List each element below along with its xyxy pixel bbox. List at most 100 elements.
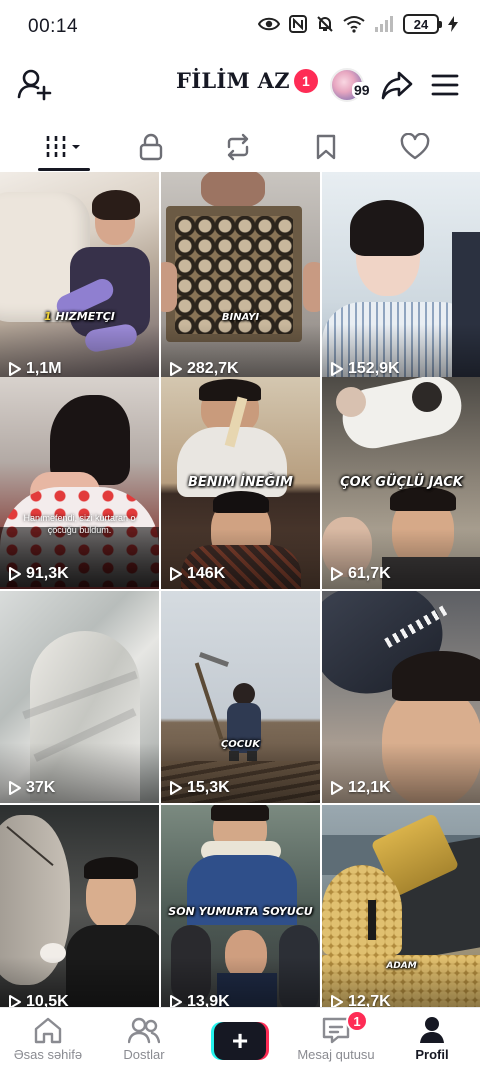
view-count: 146K xyxy=(169,565,225,583)
view-count: 37K xyxy=(8,779,55,797)
repost-icon xyxy=(227,133,249,161)
story-count: 99 xyxy=(352,82,372,98)
view-count: 152,9K xyxy=(330,360,400,378)
nav-profile-label: Profil xyxy=(415,1047,449,1062)
tab-favorites[interactable] xyxy=(296,122,356,172)
video-thumbnail[interactable]: SON YUMURTA SOYUCU 13,9K xyxy=(161,805,320,1007)
view-count-text: 61,7K xyxy=(348,565,391,582)
video-caption: ÇOK GÜÇLÜ JACK xyxy=(340,475,463,490)
view-count-text: 12,1K xyxy=(348,779,391,796)
view-count-text: 152,9K xyxy=(348,360,400,377)
tab-reposts[interactable] xyxy=(208,122,268,172)
video-caption: 1 HIZMETÇI xyxy=(44,310,159,323)
view-count-text: 1,1M xyxy=(26,360,62,377)
view-count: 1,1M xyxy=(8,360,62,378)
play-icon xyxy=(9,781,21,795)
lock-icon xyxy=(139,133,163,161)
play-icon xyxy=(331,995,343,1007)
grid-icon xyxy=(46,136,80,158)
video-caption: ADAM xyxy=(386,961,417,971)
tab-indicator xyxy=(38,168,90,171)
view-count-text: 12,7K xyxy=(348,993,391,1007)
nav-friends-label: Dostlar xyxy=(123,1047,165,1062)
add-user-icon[interactable] xyxy=(16,66,52,102)
play-icon xyxy=(331,567,343,581)
video-thumbnail[interactable]: 37K xyxy=(0,591,159,803)
nav-home-label: Əsas səhifə xyxy=(13,1047,83,1062)
video-grid: 1 HIZMETÇI 1,1M BINAYI 282,7K 152,9K Han… xyxy=(0,172,480,1007)
plus-icon: + xyxy=(214,1022,266,1060)
profile-tabs xyxy=(0,122,480,172)
view-count: 15,3K xyxy=(169,779,230,797)
play-icon xyxy=(331,781,343,795)
nfc-icon xyxy=(289,15,307,33)
battery-icon: 24 xyxy=(403,14,442,34)
play-icon xyxy=(170,995,182,1007)
nav-friends[interactable]: Dostlar xyxy=(96,1016,192,1070)
mute-bell-icon xyxy=(317,16,333,32)
play-icon xyxy=(9,567,21,581)
video-caption: BINAYI xyxy=(221,312,260,323)
play-icon xyxy=(331,362,343,376)
video-caption: ÇOCUK xyxy=(220,739,261,750)
play-icon xyxy=(170,362,182,376)
page-title: FİLİM AZ xyxy=(176,68,290,93)
video-thumbnail[interactable]: Hanımefendi, sizi kurtaran o çocuğu buld… xyxy=(0,377,159,589)
nav-home[interactable]: Əsas səhifə xyxy=(0,1016,96,1070)
charging-icon xyxy=(448,16,458,32)
tab-private[interactable] xyxy=(121,122,181,172)
video-thumbnail[interactable]: ÇOK GÜÇLÜ JACK 61,7K xyxy=(322,377,480,589)
status-bar: 00:14 24 xyxy=(0,0,480,56)
menu-icon[interactable] xyxy=(430,70,460,100)
view-count: 12,7K xyxy=(330,993,391,1007)
view-count: 91,3K xyxy=(8,565,69,583)
play-icon xyxy=(170,567,182,581)
account-switcher[interactable]: FİLİM AZ 1 xyxy=(176,68,318,93)
caption-text: HIZMETÇI xyxy=(55,310,115,323)
view-count-text: 37K xyxy=(26,779,56,796)
signal-icon xyxy=(375,16,393,32)
share-icon[interactable] xyxy=(380,68,414,102)
bookmark-icon xyxy=(316,134,336,160)
view-count-text: 15,3K xyxy=(187,779,230,796)
view-count-text: 282,7K xyxy=(187,360,239,377)
nav-profile[interactable]: Profil xyxy=(384,1016,480,1070)
status-icons: 24 xyxy=(258,14,458,34)
eye-icon xyxy=(258,17,280,31)
profile-icon xyxy=(420,1017,444,1043)
view-count: 10,5K xyxy=(8,993,69,1007)
notification-badge: 1 xyxy=(293,68,318,93)
tab-videos[interactable] xyxy=(34,122,94,172)
view-count: 61,7K xyxy=(330,565,391,583)
tab-liked[interactable] xyxy=(385,122,445,172)
video-thumbnail[interactable]: 1 HIZMETÇI 1,1M xyxy=(0,172,159,384)
caption-prefix: 1 xyxy=(44,310,52,323)
video-thumbnail[interactable]: 10,5K xyxy=(0,805,159,1007)
view-count: 12,1K xyxy=(330,779,391,797)
create-button[interactable]: + xyxy=(211,1022,269,1060)
view-count-text: 146K xyxy=(187,565,226,582)
nav-inbox[interactable]: 1 Mesaj qutusu xyxy=(288,1010,384,1070)
home-icon xyxy=(34,1017,62,1044)
video-thumbnail[interactable]: ADAM 12,7K xyxy=(322,805,480,1007)
play-icon xyxy=(9,362,21,376)
video-thumbnail[interactable]: 12,1K xyxy=(322,591,480,803)
play-icon xyxy=(9,995,21,1007)
view-count-text: 13,9K xyxy=(187,993,230,1007)
video-caption: BENIM İNEĞIM xyxy=(187,475,293,490)
play-icon xyxy=(170,781,182,795)
heart-icon xyxy=(400,133,430,160)
view-count: 13,9K xyxy=(169,993,230,1007)
video-thumbnail[interactable]: BINAYI 282,7K xyxy=(161,172,320,384)
view-count-text: 10,5K xyxy=(26,993,69,1007)
view-count-text: 91,3K xyxy=(26,565,69,582)
inbox-badge: 1 xyxy=(346,1010,368,1032)
video-thumbnail[interactable]: 152,9K xyxy=(322,172,480,384)
video-thumbnail[interactable]: ÇOCUK 15,3K xyxy=(161,591,320,803)
view-count: 282,7K xyxy=(169,360,239,378)
nav-inbox-label: Mesaj qutusu xyxy=(297,1047,375,1062)
video-thumbnail[interactable]: BENIM İNEĞIM 146K xyxy=(161,377,320,589)
video-caption: SON YUMURTA SOYUCU xyxy=(168,905,313,918)
wifi-icon xyxy=(343,16,365,33)
profile-header: FİLİM AZ 1 99 xyxy=(0,56,480,116)
